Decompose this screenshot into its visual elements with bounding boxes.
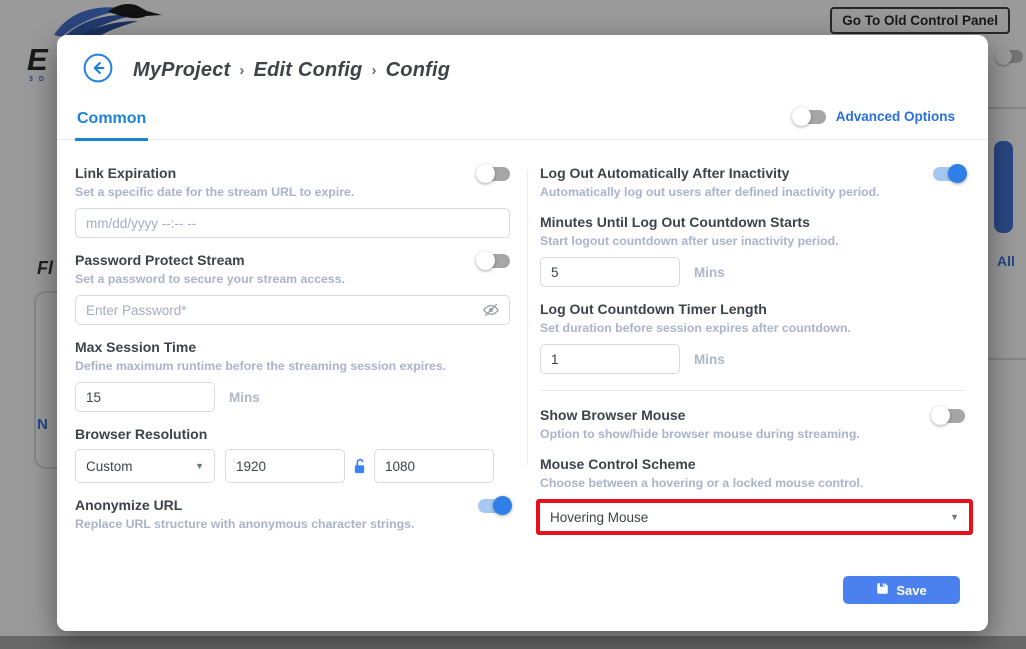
field-label: Log Out Automatically After Inactivity <box>540 165 789 182</box>
password-input[interactable] <box>75 295 510 325</box>
field-browser-resolution: Browser Resolution Custom ▼ <box>75 426 510 483</box>
screen: E 3 D Go To Old Control Panel Fl N All M… <box>0 0 1026 649</box>
form-column-right: Log Out Automatically After Inactivity A… <box>540 165 965 549</box>
logout-timer-length-input[interactable] <box>540 344 680 374</box>
field-description: Set a password to secure your stream acc… <box>75 272 510 287</box>
field-description: Set duration before session expires afte… <box>540 321 965 336</box>
link-expiration-date-input[interactable] <box>75 208 510 238</box>
show-browser-mouse-toggle[interactable] <box>933 409 965 423</box>
field-logout-countdown-start: Minutes Until Log Out Countdown Starts S… <box>540 214 965 287</box>
field-description: Choose between a hovering or a locked mo… <box>540 476 965 491</box>
field-mouse-control-scheme: Mouse Control Scheme Choose between a ho… <box>540 456 965 535</box>
edit-config-modal: MyProject › Edit Config › Config Common Adva… <box>57 35 988 631</box>
resolution-preset-select[interactable]: Custom ▼ <box>75 449 215 483</box>
breadcrumb-edit-config[interactable]: Edit Config <box>254 59 363 81</box>
tab-common[interactable]: Common <box>75 110 148 141</box>
resolution-height-input[interactable] <box>374 449 494 483</box>
link-expiration-toggle[interactable] <box>478 167 510 181</box>
field-label: Browser Resolution <box>75 426 207 443</box>
minutes-unit-label: Mins <box>229 390 260 405</box>
mouse-control-scheme-value: Hovering Mouse <box>550 510 648 525</box>
column-divider <box>527 170 528 465</box>
max-session-time-input[interactable] <box>75 382 215 412</box>
resolution-width-input[interactable] <box>225 449 345 483</box>
aspect-ratio-unlock-icon[interactable] <box>352 458 367 475</box>
field-label: Link Expiration <box>75 165 176 182</box>
field-description: Start logout countdown after user inacti… <box>540 234 965 249</box>
minutes-unit-label: Mins <box>694 352 725 367</box>
anonymize-url-toggle[interactable] <box>478 499 510 513</box>
password-protect-toggle[interactable] <box>478 254 510 268</box>
eye-off-icon[interactable] <box>482 301 500 324</box>
save-button[interactable]: Save <box>843 576 960 604</box>
field-anonymize-url: Anonymize URL Replace URL structure with… <box>75 497 510 532</box>
field-description: Set a specific date for the stream URL t… <box>75 185 510 200</box>
highlight-annotation-box: Hovering Mouse ▼ <box>536 499 973 535</box>
field-show-browser-mouse: Show Browser Mouse Option to show/hide b… <box>540 407 965 442</box>
form-column-left: Link Expiration Set a specific date for … <box>75 165 510 546</box>
field-description: Define maximum runtime before the stream… <box>75 359 510 374</box>
save-button-label: Save <box>896 583 926 598</box>
tab-bar: Common Advanced Options <box>57 97 988 140</box>
minutes-unit-label: Mins <box>694 265 725 280</box>
advanced-options-control: Advanced Options <box>794 109 955 124</box>
field-label: Password Protect Stream <box>75 252 245 269</box>
breadcrumb-config[interactable]: Config <box>386 59 451 81</box>
field-auto-logout: Log Out Automatically After Inactivity A… <box>540 165 965 200</box>
field-max-session-time: Max Session Time Define maximum runtime … <box>75 339 510 412</box>
field-label: Minutes Until Log Out Countdown Starts <box>540 214 810 231</box>
field-label: Anonymize URL <box>75 497 182 514</box>
save-disk-icon <box>876 582 889 598</box>
breadcrumb-project[interactable]: MyProject <box>133 59 230 81</box>
field-label: Mouse Control Scheme <box>540 456 696 473</box>
back-button[interactable] <box>83 55 113 85</box>
field-label: Show Browser Mouse <box>540 407 685 424</box>
field-description: Automatically log out users after define… <box>540 185 965 200</box>
field-password-protect: Password Protect Stream Set a password t… <box>75 252 510 325</box>
auto-logout-toggle[interactable] <box>933 167 965 181</box>
chevron-down-icon: ▼ <box>195 461 204 471</box>
field-label: Max Session Time <box>75 339 196 356</box>
breadcrumb: MyProject › Edit Config › Config <box>133 59 450 82</box>
breadcrumb-separator: › <box>239 62 244 79</box>
advanced-options-label: Advanced Options <box>836 109 955 124</box>
arrow-left-icon <box>83 53 113 88</box>
section-divider <box>540 390 965 391</box>
field-link-expiration: Link Expiration Set a specific date for … <box>75 165 510 238</box>
advanced-options-toggle[interactable] <box>794 110 826 124</box>
logout-countdown-start-input[interactable] <box>540 257 680 287</box>
breadcrumb-separator: › <box>371 62 376 79</box>
field-logout-timer-length: Log Out Countdown Timer Length Set durat… <box>540 301 965 374</box>
field-description: Option to show/hide browser mouse during… <box>540 427 965 442</box>
resolution-preset-value: Custom <box>86 459 133 474</box>
field-label: Log Out Countdown Timer Length <box>540 301 767 318</box>
mouse-control-scheme-select[interactable]: Hovering Mouse ▼ <box>540 503 969 531</box>
chevron-down-icon: ▼ <box>950 512 959 522</box>
field-description: Replace URL structure with anonymous cha… <box>75 517 510 532</box>
